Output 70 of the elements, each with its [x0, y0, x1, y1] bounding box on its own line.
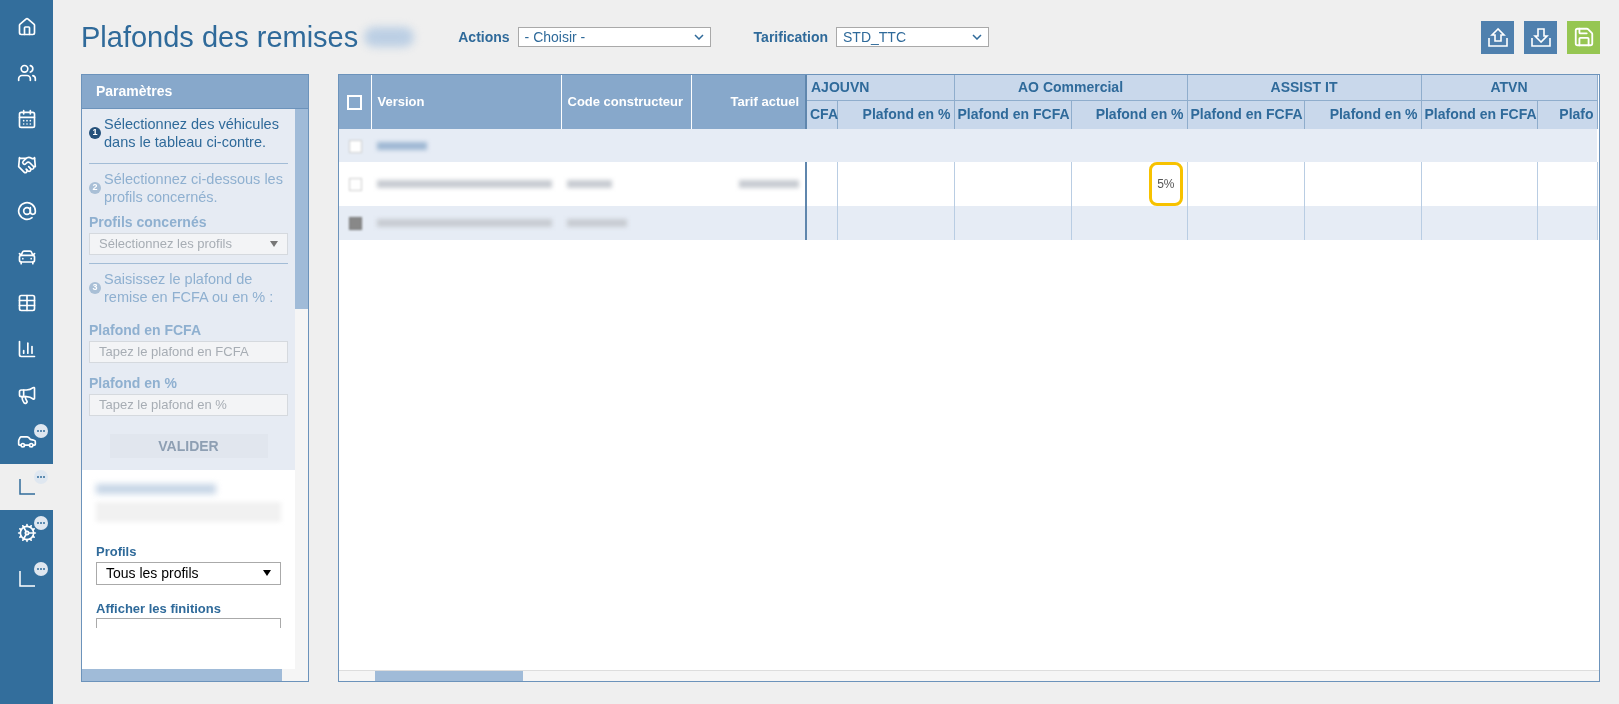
caret-icon [270, 241, 278, 247]
table-icon [16, 293, 37, 313]
column-header[interactable]: Plafond en % [1071, 100, 1188, 129]
column-header[interactable]: Plafond en FCFA [1421, 100, 1538, 129]
table-cell [806, 206, 837, 240]
car-icon [16, 247, 37, 267]
step-number: 1 [89, 127, 101, 139]
row-checkbox[interactable] [348, 217, 362, 231]
gears-icon [16, 523, 37, 543]
column-header[interactable]: Code constructeur [561, 75, 691, 129]
pricing-select[interactable]: STD_TTC [836, 27, 989, 47]
redacted-text [567, 219, 627, 228]
column-header[interactable]: Plafond en FCFA [954, 100, 1071, 129]
handshake-icon [16, 155, 37, 175]
bar-chart-icon [16, 339, 37, 359]
field-label: Plafond en % [89, 374, 178, 393]
corner-icon [17, 570, 36, 588]
group-header: ATVN [1421, 75, 1598, 100]
download-button[interactable] [1524, 20, 1557, 54]
page-title: Plafonds des remises [81, 22, 359, 52]
step-text: Sélectionnez ci-dessous les profils concernés. [104, 170, 284, 206]
redacted-text [364, 27, 415, 47]
at-sign-icon [16, 201, 37, 221]
column-header[interactable]: Version [371, 75, 561, 129]
profiles-filter-select[interactable]: Tous les profils [96, 561, 281, 585]
column-header[interactable]: Plafo [1537, 100, 1598, 129]
column-header[interactable]: CFA [806, 100, 837, 129]
upload-button[interactable] [1481, 20, 1514, 54]
column-header[interactable]: Plafond en % [837, 100, 954, 129]
step-text: Sélectionnez des véhicules dans le tableau ci-contre. [104, 115, 280, 151]
save-button[interactable] [1567, 20, 1600, 54]
pricing-label: Tarification [753, 27, 828, 47]
actions-select[interactable]: - Choisir - [517, 27, 711, 47]
field-label: Profils concernés [89, 213, 208, 232]
step-text: Saisissez le plafond de remise en FCFA ou en % : [104, 270, 275, 306]
megaphone-icon [16, 385, 37, 405]
table-cell [1537, 206, 1598, 240]
home-icon [16, 17, 37, 37]
corner-icon [17, 478, 36, 496]
column-header[interactable]: Plafond en FCFA [1187, 100, 1305, 129]
chevron-down-icon [972, 34, 982, 40]
panel-title: Paramètres [82, 75, 308, 109]
horizontal-scrollbar[interactable] [339, 670, 1599, 681]
tray-up-arrow-icon [1486, 26, 1509, 48]
chevron-down-icon [693, 34, 704, 40]
field-label: Profils [96, 543, 138, 561]
finishes-select[interactable] [96, 618, 281, 628]
group-header: AO Commercial [954, 75, 1188, 100]
redacted-text [567, 180, 612, 189]
column-header[interactable]: Tarif actuel [691, 75, 806, 129]
caret-icon [263, 570, 271, 576]
save-icon [1572, 26, 1595, 48]
group-header: AJOUVN [806, 75, 954, 100]
tray-down-arrow-icon [1529, 26, 1552, 48]
field-label: Plafond en FCFA [89, 321, 202, 340]
people-icon [16, 63, 37, 83]
horizontal-scrollbar[interactable] [82, 669, 308, 681]
redacted-text [739, 180, 799, 189]
column-header[interactable]: Plafond en % [1304, 100, 1422, 129]
group-header: ASSIST IT [1187, 75, 1422, 100]
step-number: 3 [89, 282, 101, 294]
header-checkbox[interactable] [347, 95, 363, 111]
sidebar-item[interactable] [0, 464, 53, 510]
redacted-text [377, 141, 427, 150]
row-checkbox[interactable] [348, 139, 362, 153]
vertical-scrollbar[interactable] [295, 109, 308, 669]
step-number: 2 [89, 182, 101, 194]
field-label: Afficher les finitions [96, 599, 222, 618]
actions-label: Actions [458, 27, 510, 47]
calendar-icon [16, 109, 37, 129]
